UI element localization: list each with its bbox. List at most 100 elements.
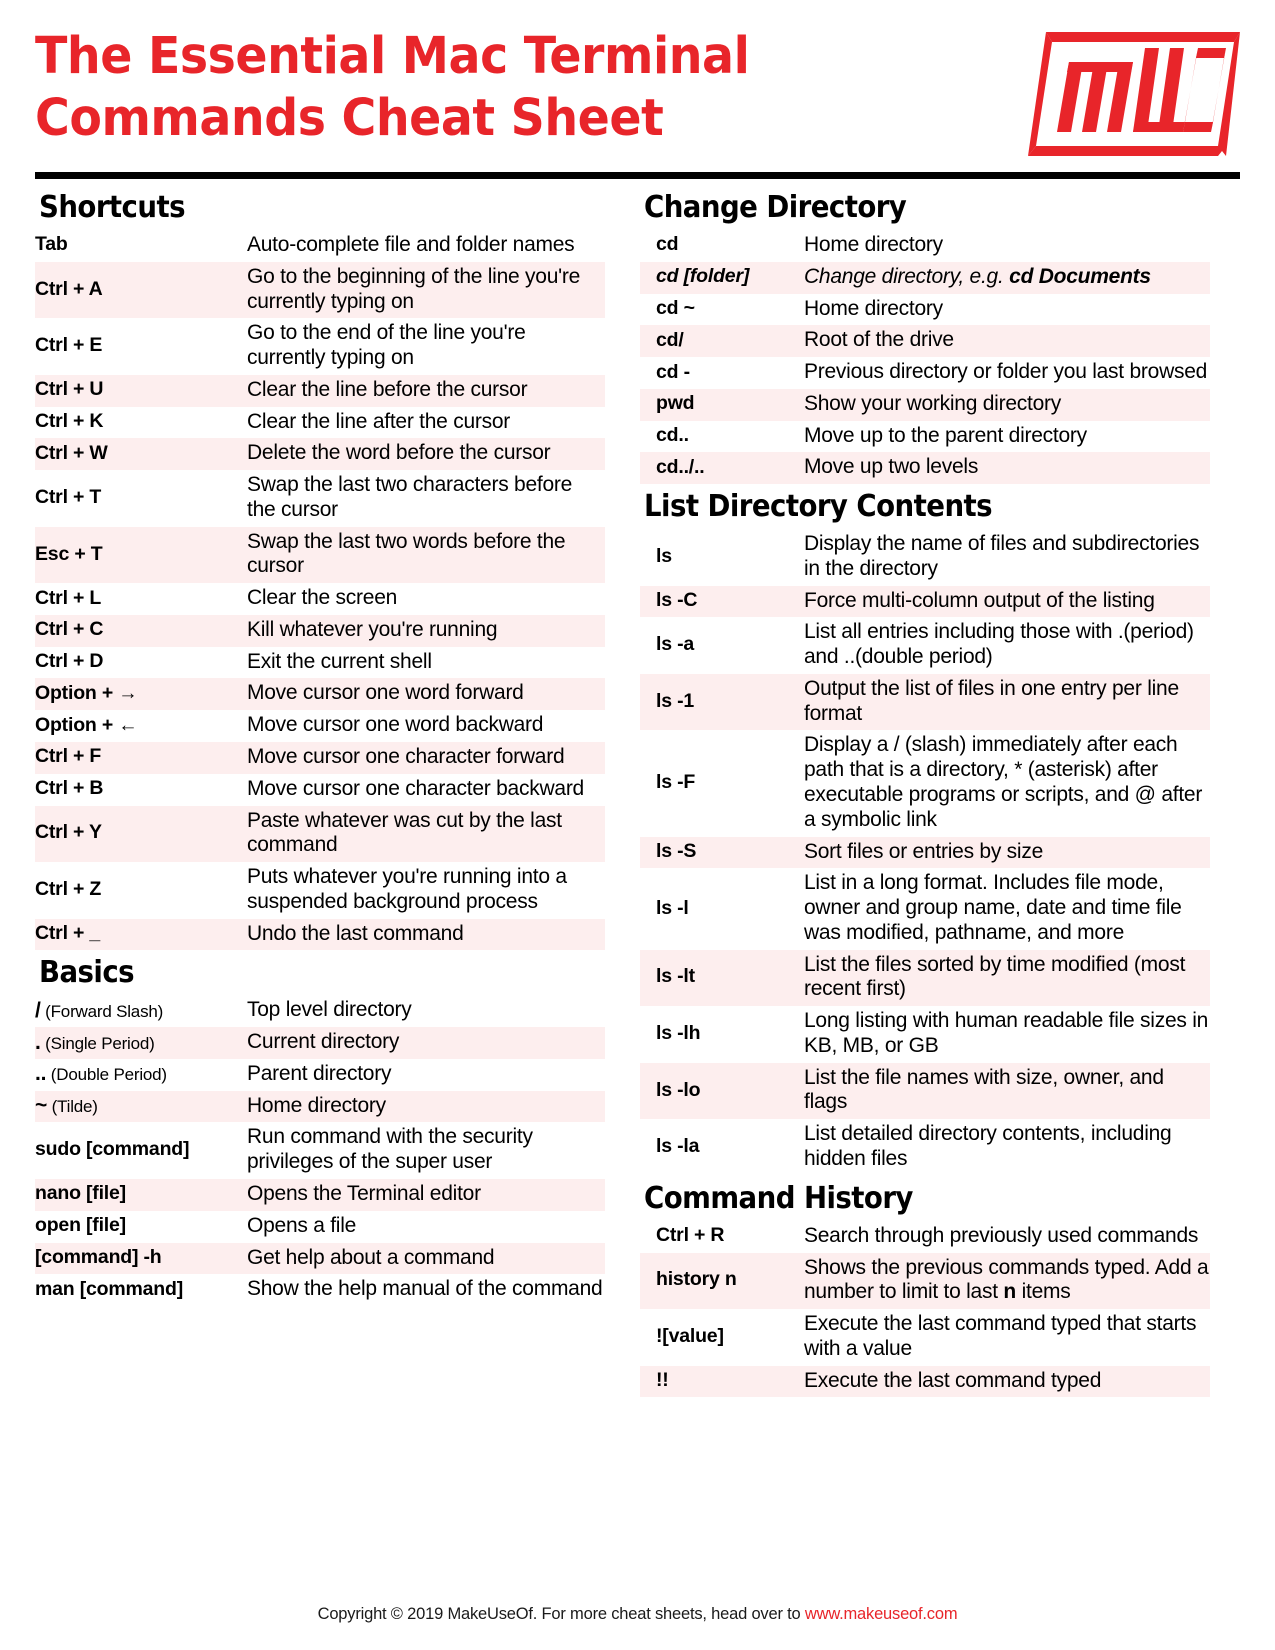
row-key: Ctrl + R bbox=[656, 1224, 725, 1247]
row-key: cd.. bbox=[656, 424, 689, 447]
table-row: Ctrl + Z Puts whatever you're running int… bbox=[35, 862, 605, 919]
row-value: Force multi-column output of the listing bbox=[804, 588, 1155, 612]
row-value: Clear the line before the cursor bbox=[247, 377, 528, 401]
table-row: . (Single Period) Current directory bbox=[35, 1027, 605, 1059]
muo-logo-icon bbox=[1028, 28, 1240, 160]
row-key: ls -S bbox=[656, 840, 697, 863]
row-value: Get help about a command bbox=[247, 1245, 495, 1269]
table-row: ls -a List all entries including those wi… bbox=[640, 617, 1210, 674]
row-value: Paste whatever was cut by the last comma… bbox=[247, 808, 562, 857]
basics-rows: / (Forward Slash) Top level directory. (S… bbox=[35, 995, 605, 1306]
row-key: ls -lh bbox=[656, 1021, 701, 1044]
table-row: Ctrl + K Clear the line after the cursor bbox=[35, 407, 605, 439]
row-value-emphasis: n bbox=[1003, 1280, 1016, 1304]
change-directory-rows: cd Home directory cd [folder] Change direct… bbox=[640, 230, 1210, 485]
footer: Copyright © 2019 MakeUseOf. For more che… bbox=[0, 1605, 1275, 1624]
row-key: ls -C bbox=[656, 589, 698, 612]
row-key: Ctrl + Z bbox=[35, 877, 102, 900]
table-row: nano [file] Opens the Terminal editor bbox=[35, 1178, 605, 1211]
table-row: ls -S Sort files or entries by size bbox=[640, 836, 1210, 869]
row-key: [command] -h bbox=[35, 1245, 162, 1268]
row-value: Sort files or entries by size bbox=[804, 839, 1044, 863]
table-row: Ctrl + E Go to the end of the line you're… bbox=[35, 318, 605, 375]
row-key: / (Forward Slash) bbox=[35, 995, 247, 1027]
table-row: cd [folder] Change directory, e.g. cd Doc… bbox=[640, 261, 1210, 294]
row-key: ls bbox=[656, 544, 672, 567]
table-row: ls -lo List the file names with size, own… bbox=[640, 1062, 1210, 1120]
row-key: cd bbox=[656, 233, 679, 256]
section-heading-list-directory-contents: List Directory Contents bbox=[644, 489, 993, 525]
table-row: ![value] Execute the last command typed t… bbox=[640, 1309, 1210, 1366]
basics-table: / (Forward Slash) Top level directory. (S… bbox=[35, 995, 605, 1306]
row-key: Ctrl + E bbox=[35, 334, 103, 357]
row-key: ls -F bbox=[656, 771, 696, 794]
row-value: Home directory bbox=[804, 233, 943, 256]
table-row: Ctrl + B Move cursor one character backwa… bbox=[35, 774, 605, 806]
row-key: pwd bbox=[656, 392, 695, 415]
row-key: ls -a bbox=[656, 633, 695, 656]
row-key-symbol: ~ bbox=[35, 1094, 48, 1118]
row-value: Opens the Terminal editor bbox=[247, 1181, 481, 1205]
row-value: Kill whatever you're running bbox=[247, 617, 498, 641]
row-value: Show your working directory bbox=[804, 391, 1062, 415]
row-value: Home directory bbox=[804, 296, 943, 320]
row-value: Display a / (slash) immediately after ea… bbox=[804, 733, 1203, 831]
table-row: ls -lt List the files sorted by time modi… bbox=[640, 949, 1210, 1007]
table-row: cd Home directory bbox=[640, 230, 1210, 262]
row-key: Ctrl + L bbox=[35, 586, 102, 609]
row-key: ls -lt bbox=[656, 965, 695, 988]
row-key: sudo [command] bbox=[35, 1138, 190, 1161]
row-key: Ctrl + F bbox=[35, 745, 102, 768]
row-key-note: (Single Period) bbox=[40, 1033, 155, 1053]
table-row: Ctrl + R Search through previously used c… bbox=[640, 1221, 1210, 1253]
section-heading-basics: Basics bbox=[39, 955, 135, 991]
table-row: man [command] Show the help manual of the… bbox=[35, 1274, 605, 1306]
row-key: open [file] bbox=[35, 1214, 126, 1237]
row-value: List in a long format. Includes file mod… bbox=[804, 871, 1182, 944]
footer-copyright-text: Copyright © 2019 MakeUseOf. For more che… bbox=[317, 1605, 805, 1623]
row-value: Show the help manual of the command bbox=[247, 1277, 603, 1301]
table-row: Ctrl + D Exit the current shell bbox=[35, 647, 605, 679]
row-key: !! bbox=[656, 1369, 669, 1392]
table-row: cd../.. Move up two levels bbox=[640, 452, 1210, 485]
table-row: .. (Double Period) Parent directory bbox=[35, 1059, 605, 1091]
row-value: Move cursor one character forward bbox=[247, 745, 565, 769]
row-key-note: (Double Period) bbox=[46, 1065, 167, 1085]
row-key: Ctrl + D bbox=[35, 650, 104, 673]
table-row: / (Forward Slash) Top level directory bbox=[35, 995, 605, 1027]
row-value: List all entries including those with .(… bbox=[804, 620, 1194, 669]
row-key: Ctrl + K bbox=[35, 410, 104, 433]
page-title: The Essential Mac Terminal Commands Chea… bbox=[35, 26, 750, 150]
table-row: Ctrl + F Move cursor one character forwar… bbox=[35, 742, 605, 774]
row-key: ls -1 bbox=[656, 689, 695, 712]
shortcuts-rows: Tab Auto-complete file and folder names Ct… bbox=[35, 230, 605, 951]
makeuseof-link[interactable]: www.makeuseof.com bbox=[805, 1605, 958, 1623]
row-value: Home directory bbox=[247, 1093, 386, 1117]
table-row: Ctrl + L Clear the screen bbox=[35, 583, 605, 615]
row-value: Move cursor one character backward bbox=[247, 776, 584, 800]
row-value: Output the list of files in one entry pe… bbox=[804, 676, 1179, 725]
row-key-note: (Tilde) bbox=[47, 1097, 98, 1117]
table-row: Ctrl + A Go to the beginning of the line … bbox=[35, 261, 605, 319]
row-key: cd - bbox=[656, 360, 690, 383]
header-divider bbox=[35, 172, 1240, 179]
row-value: Swap the last two words before the curso… bbox=[247, 529, 566, 578]
row-value: Swap the last two characters before the … bbox=[247, 473, 573, 521]
row-key: ls -l bbox=[656, 896, 689, 919]
row-value: Delete the word before the cursor bbox=[247, 441, 551, 465]
table-row: cd ~ Home directory bbox=[640, 294, 1210, 326]
row-value: Clear the screen bbox=[247, 586, 398, 610]
list-directory-contents-rows: ls Display the name of files and subdirec… bbox=[640, 529, 1210, 1176]
row-value: List the file names with size, owner, an… bbox=[804, 1065, 1164, 1114]
section-heading-command-history: Command History bbox=[644, 1180, 913, 1216]
row-key: .. (Double Period) bbox=[35, 1059, 247, 1091]
row-key: Option + ← bbox=[35, 713, 138, 736]
table-row: Option + → Move cursor one word forward bbox=[35, 678, 605, 711]
table-row: ls -C Force multi-column output of the li… bbox=[640, 585, 1210, 618]
row-key: ls -la bbox=[656, 1135, 700, 1158]
row-value: Move up two levels bbox=[804, 455, 979, 479]
row-value: Move up to the parent directory bbox=[804, 423, 1087, 447]
row-key: ~ (Tilde) bbox=[35, 1091, 247, 1123]
table-row: Ctrl + Y Paste whatever was cut by the la… bbox=[35, 805, 605, 863]
row-value: Clear the line after the cursor bbox=[247, 409, 511, 433]
